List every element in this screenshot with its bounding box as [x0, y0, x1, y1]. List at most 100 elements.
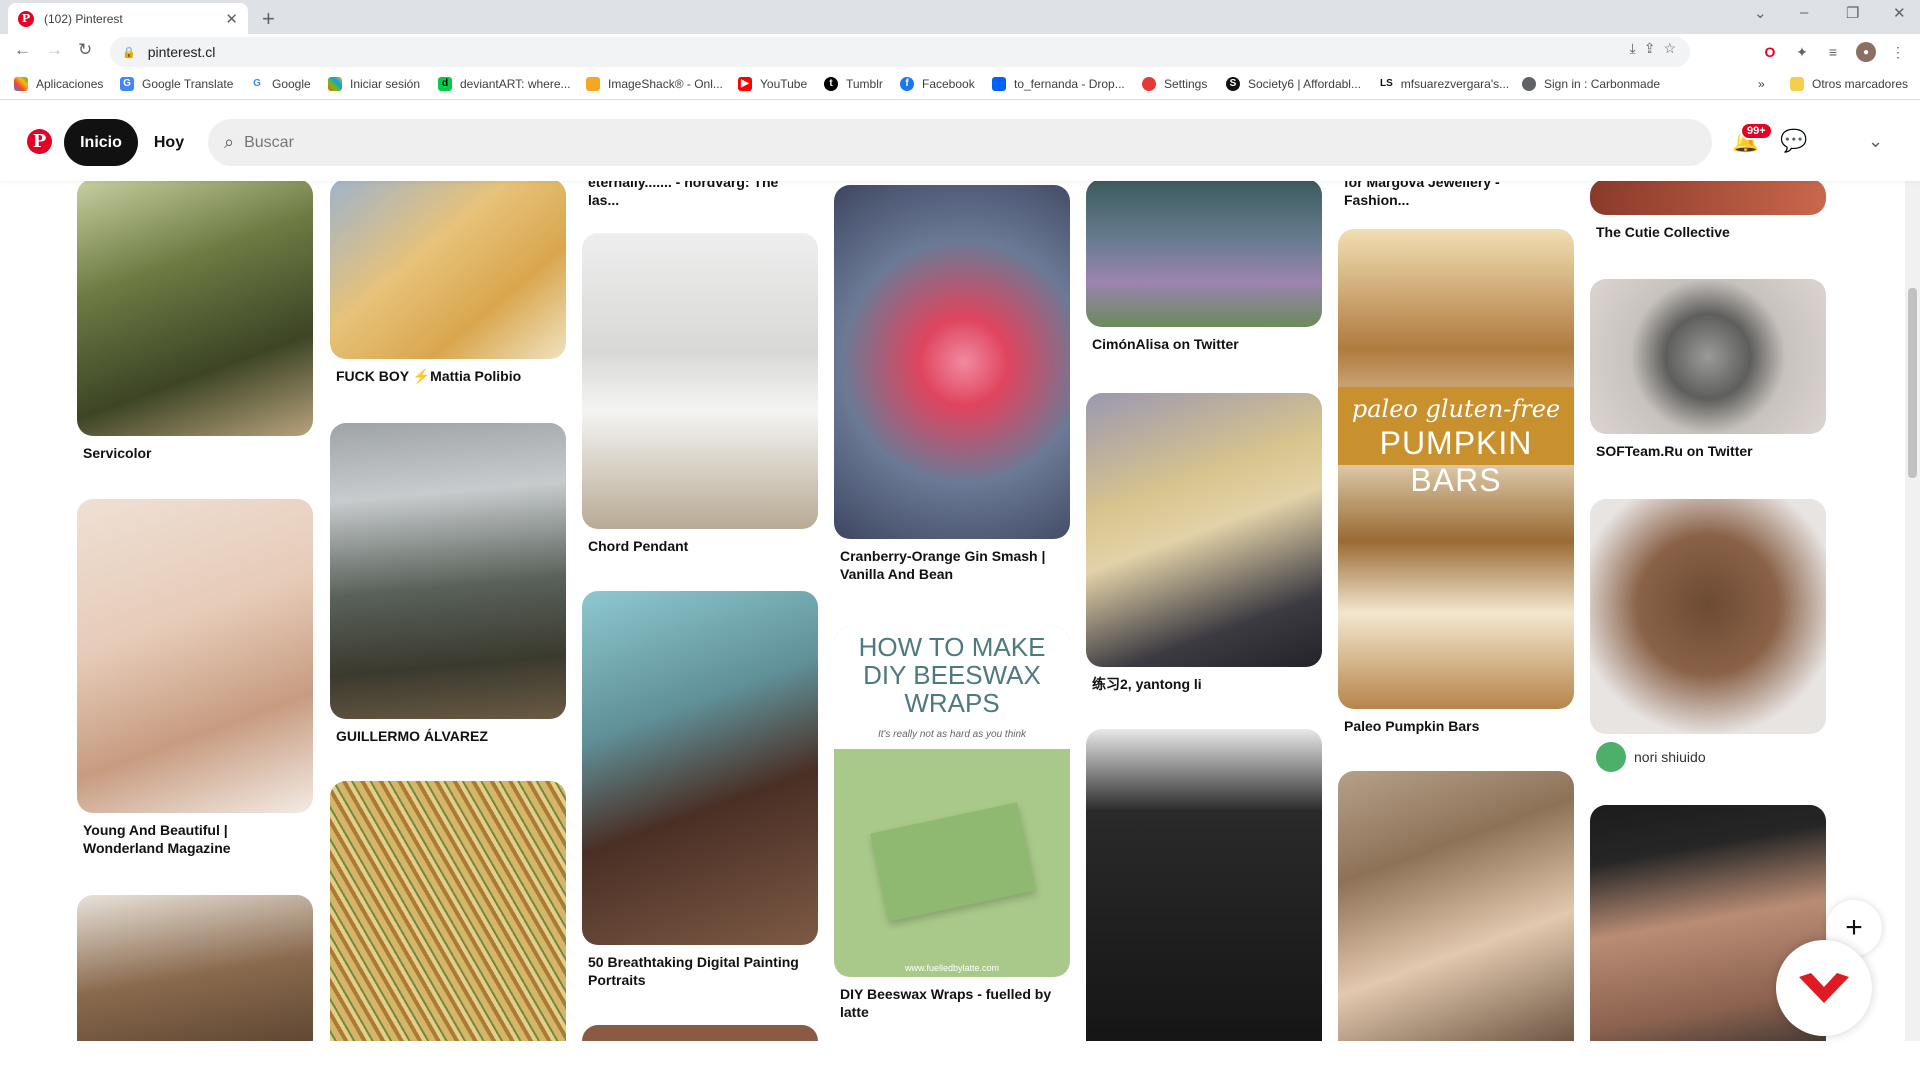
new-tab-icon[interactable]: +: [262, 6, 275, 32]
pin-card[interactable]: eternally....... - nordvarg: The las...: [582, 181, 818, 209]
bookmark-dropbox[interactable]: to_fernanda - Drop...: [992, 77, 1125, 91]
floating-widget-logo[interactable]: [1776, 940, 1872, 1036]
pin-image[interactable]: [1086, 729, 1322, 1041]
pinterest-logo-icon[interactable]: P: [27, 129, 52, 154]
address-bar[interactable]: 🔒 pinterest.cl ⤓ ⇪ ☆: [110, 37, 1690, 67]
pin-title[interactable]: Cranberry-Orange Gin Smash | Vanilla And…: [834, 539, 1070, 583]
search-bar[interactable]: ⌕: [208, 119, 1712, 166]
pin-image[interactable]: [330, 423, 566, 719]
pin-title[interactable]: eternally....... - nordvarg: The las...: [582, 181, 818, 209]
pin-image[interactable]: [77, 499, 313, 813]
bookmark-tumblr[interactable]: t Tumblr: [824, 77, 883, 91]
pin-card[interactable]: SOFTeam.Ru on Twitter: [1590, 279, 1826, 460]
pin-card[interactable]: 50 Breathtaking Digital Painting Portrai…: [582, 591, 818, 989]
bookmark-carbonmade[interactable]: Sign in : Carbonmade: [1522, 77, 1660, 91]
reload-icon[interactable]: ↻: [78, 40, 92, 60]
pin-card[interactable]: paleo gluten-free PUMPKIN BARS Paleo Pum…: [1338, 229, 1574, 735]
pin-card[interactable]: [77, 895, 313, 1041]
bookmark-mfsuarez[interactable]: LS mfsuarezvergara's...: [1380, 77, 1509, 91]
bookmark-society6[interactable]: S Society6 | Affordabl...: [1226, 77, 1361, 91]
pin-card[interactable]: HOW TO MAKE DIY BEESWAX WRAPS It's reall…: [834, 627, 1070, 1021]
pin-card[interactable]: Servicolor: [77, 181, 313, 462]
pin-title[interactable]: 练习2, yantong li: [1086, 667, 1322, 693]
bookmarks-overflow-icon[interactable]: »: [1758, 77, 1765, 91]
pin-title[interactable]: FUCK BOY ⚡Mattia Polibio: [330, 359, 566, 385]
bookmark-deviantart[interactable]: d deviantART: where...: [438, 77, 571, 91]
share-icon[interactable]: ⇪: [1644, 40, 1656, 57]
pin-card[interactable]: FUCK BOY ⚡Mattia Polibio: [330, 181, 566, 385]
pin-title[interactable]: Chord Pendant: [582, 529, 818, 555]
pin-title[interactable]: SOFTeam.Ru on Twitter: [1590, 434, 1826, 460]
install-icon[interactable]: ⤓: [1630, 40, 1636, 57]
pin-title[interactable]: Paleo Pumpkin Bars: [1338, 709, 1574, 735]
nav-home-button[interactable]: Inicio: [64, 119, 138, 166]
pin-title[interactable]: CimónAlisa on Twitter: [1086, 327, 1322, 353]
account-chevron-down-icon[interactable]: ⌄: [1868, 131, 1883, 152]
pin-card[interactable]: [1338, 771, 1574, 1041]
pin-image[interactable]: HOW TO MAKE DIY BEESWAX WRAPS It's reall…: [834, 627, 1070, 977]
bookmark-imageshack[interactable]: ImageShack® - Onl...: [586, 77, 723, 91]
browser-tab[interactable]: P (102) Pinterest ✕: [8, 3, 248, 34]
pin-image[interactable]: [330, 781, 566, 1041]
pin-card[interactable]: for Margova Jewellery - Fashion...: [1338, 181, 1574, 209]
pin-image[interactable]: [582, 591, 818, 945]
pin-card[interactable]: [330, 781, 566, 1041]
bookmark-settings[interactable]: Settings: [1142, 77, 1207, 91]
pin-card[interactable]: [1086, 729, 1322, 1041]
browser-menu-icon[interactable]: ⋮: [1888, 42, 1908, 62]
pin-card[interactable]: Cranberry-Orange Gin Smash | Vanilla And…: [834, 185, 1070, 583]
window-close-icon[interactable]: ✕: [1893, 4, 1906, 22]
pin-title[interactable]: for Margova Jewellery - Fashion...: [1338, 181, 1574, 209]
pin-image[interactable]: [834, 185, 1070, 539]
pin-card[interactable]: The Cutie Collective: [1590, 181, 1826, 241]
pin-image[interactable]: [77, 895, 313, 1041]
pin-image[interactable]: paleo gluten-free PUMPKIN BARS: [1338, 229, 1574, 709]
tab-search-icon[interactable]: ⌄: [1754, 4, 1767, 22]
messages-icon[interactable]: 💬: [1780, 128, 1807, 154]
reading-list-icon[interactable]: ≡: [1823, 42, 1843, 62]
back-icon[interactable]: ←: [14, 40, 31, 60]
pin-title[interactable]: DIY Beeswax Wraps - fuelled by latte: [834, 977, 1070, 1021]
pin-creator[interactable]: nori shiuido: [1590, 734, 1826, 772]
opera-extension-icon[interactable]: O: [1760, 42, 1780, 62]
restore-icon[interactable]: ❐: [1846, 4, 1859, 22]
pin-image[interactable]: [77, 181, 313, 436]
bookmark-google-translate[interactable]: G Google Translate: [120, 77, 233, 91]
pin-card[interactable]: GUILLERMO ÁLVAREZ: [330, 423, 566, 745]
bookmark-iniciar-sesion[interactable]: Iniciar sesión: [328, 77, 420, 91]
pin-image[interactable]: [1086, 393, 1322, 667]
pin-card[interactable]: 练习2, yantong li: [1086, 393, 1322, 693]
creator-avatar[interactable]: [1596, 742, 1626, 772]
pin-title[interactable]: 50 Breathtaking Digital Painting Portrai…: [582, 945, 818, 989]
bookmark-apps[interactable]: Aplicaciones: [14, 77, 103, 91]
creator-name[interactable]: nori shiuido: [1634, 749, 1706, 765]
pin-title[interactable]: GUILLERMO ÁLVAREZ: [330, 719, 566, 745]
pin-image[interactable]: [1590, 279, 1826, 434]
bookmark-facebook[interactable]: f Facebook: [900, 77, 975, 91]
bookmark-other[interactable]: Otros marcadores: [1790, 77, 1908, 91]
pin-card[interactable]: [582, 1025, 818, 1041]
bookmark-google[interactable]: G Google: [250, 77, 311, 91]
pin-image[interactable]: [582, 1025, 818, 1041]
pin-image[interactable]: [1338, 771, 1574, 1041]
pin-image[interactable]: [1086, 181, 1322, 327]
page-scrollbar[interactable]: [1905, 101, 1920, 1041]
pin-title[interactable]: Servicolor: [77, 436, 313, 462]
pin-card[interactable]: nori shiuido: [1590, 499, 1826, 772]
pin-card[interactable]: CimónAlisa on Twitter: [1086, 181, 1322, 353]
pin-image[interactable]: [330, 181, 566, 359]
minimize-icon[interactable]: –: [1800, 4, 1808, 21]
bookmark-star-icon[interactable]: ☆: [1663, 40, 1676, 57]
pin-title[interactable]: The Cutie Collective: [1590, 215, 1826, 241]
pin-title[interactable]: Young And Beautiful | Wonderland Magazin…: [77, 813, 313, 857]
pin-card[interactable]: Young And Beautiful | Wonderland Magazin…: [77, 499, 313, 857]
pin-image[interactable]: [1590, 181, 1826, 215]
pin-image[interactable]: [582, 233, 818, 529]
pin-image[interactable]: [1590, 499, 1826, 734]
extensions-puzzle-icon[interactable]: ✦: [1792, 42, 1812, 62]
profile-avatar[interactable]: ●: [1856, 42, 1876, 62]
bookmark-youtube[interactable]: ▶ YouTube: [738, 77, 807, 91]
search-input[interactable]: [244, 133, 845, 152]
close-tab-icon[interactable]: ✕: [225, 10, 238, 28]
nav-today-button[interactable]: Hoy: [142, 119, 196, 166]
